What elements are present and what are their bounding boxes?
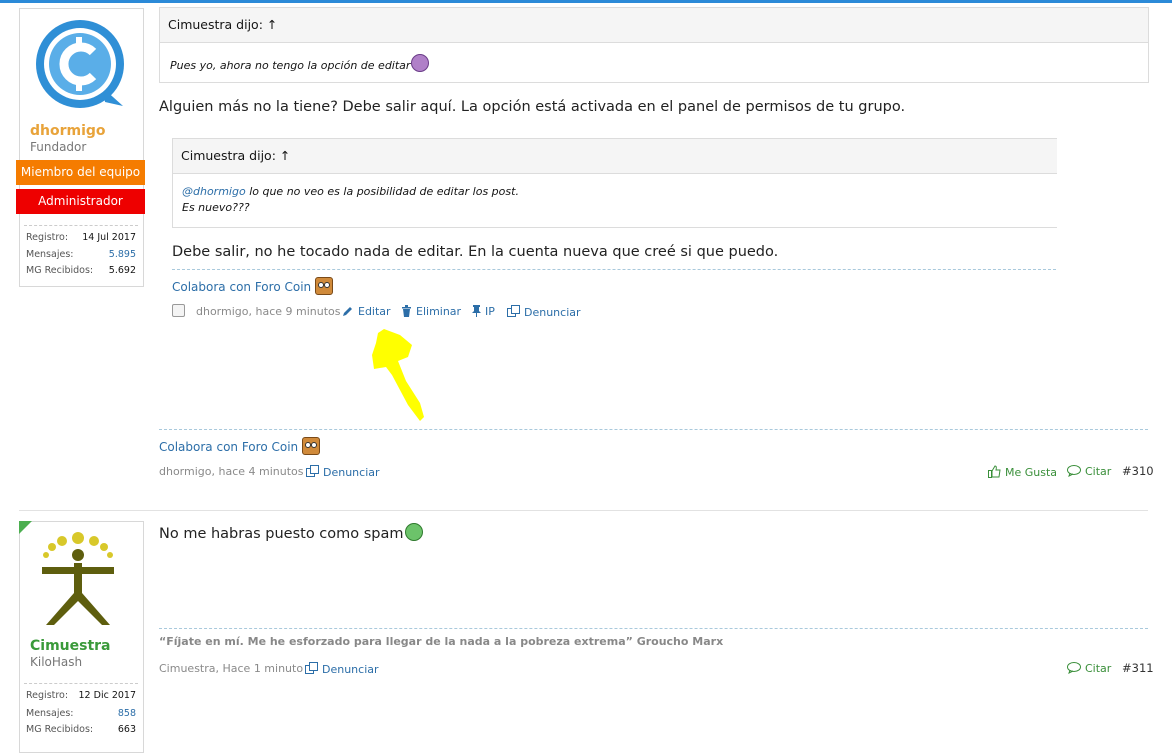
stat-value-mensajes[interactable]: 5.895 [76,249,136,260]
post-signature-link[interactable]: Colabora con Foro Coin [159,437,321,455]
stat-label-registro: Registro: [26,232,69,243]
post-meta[interactable]: Cimuestra, Hace 1 minuto [159,662,303,675]
embedded-quote-header[interactable]: Cimuestra dijo: ↑ [173,139,1057,174]
edit-label: Editar [358,305,391,318]
team-member-banner: Miembro del equipo [16,160,145,185]
quote-block: Cimuestra dijo: ↑ Pues yo, ahora no teng… [159,7,1149,83]
signature-link[interactable]: Colabora con Foro Coin [172,277,334,295]
avatar-dhormigo[interactable] [33,18,131,110]
top-accent-bar [0,0,1172,3]
stat-value-mg: 663 [117,724,136,735]
cite-label: Citar [1085,662,1112,675]
report-link-embedded[interactable]: Denunciar [507,305,581,319]
trash-icon [402,305,411,317]
highlight-arrow-annotation [368,325,438,423]
yellow-arrow-icon [372,329,424,421]
report-label: Denunciar [323,466,380,479]
ip-link[interactable]: IP [472,305,495,318]
copy-icon [507,305,520,317]
stat-value-mensajes[interactable]: 858 [76,708,136,719]
quote-body: Pues yo, ahora no tengo la opción de edi… [160,43,1148,83]
stat-value-mg: 5.692 [108,265,136,276]
cite-label: Citar [1085,465,1112,478]
like-button[interactable]: Me Gusta [988,465,1057,479]
owl-emoji-icon [315,277,334,295]
report-label: Denunciar [524,306,581,319]
edit-link[interactable]: Editar [342,305,391,318]
admin-banner: Administrador [16,189,145,214]
stat-label-registro: Registro: [26,690,69,701]
thumbs-up-icon [988,465,1001,478]
pencil-icon [343,307,352,316]
stick-figure-avatar-icon [42,532,114,625]
username-cimuestra[interactable]: Cimuestra [30,638,111,654]
embedded-post-meta[interactable]: dhormigo, hace 9 minutos [196,305,341,318]
post-signature-divider [159,429,1148,430]
coin-logo-icon [36,20,124,108]
embedded-quote-line2: Es nuevo??? [182,201,250,214]
online-indicator [19,521,32,534]
cite-button[interactable]: Citar [1067,662,1111,675]
user-stats-divider [24,683,138,684]
post-message: Alguien más no la tiene? Debe salir aquí… [159,99,906,115]
grinning-emoji-icon [404,523,423,541]
stat-label-mensajes: Mensajes: [26,708,74,719]
post-message: No me habras puesto como spam [159,523,423,542]
chat-icon [1067,465,1081,477]
embedded-quote-line1: lo que no veo es la posibilidad de edita… [245,185,519,198]
crying-emoji-icon [411,54,430,72]
stat-label-mensajes: Mensajes: [26,249,74,260]
quote-header[interactable]: Cimuestra dijo: ↑ [160,8,1148,43]
user-stats-divider [24,225,138,226]
username-dhormigo[interactable]: dhormigo [30,123,106,139]
report-link[interactable]: Denunciar [305,662,379,676]
chat-icon [1067,662,1081,674]
copy-icon [306,465,319,477]
signature-divider [172,269,1056,270]
report-label: Denunciar [322,663,379,676]
post-message-text: No me habras puesto como spam [159,526,404,542]
mention-dhormigo[interactable]: @dhormigo [182,185,246,198]
owl-emoji-icon [302,437,321,455]
quote-text: Pues yo, ahora no tengo la opción de edi… [170,59,411,72]
copy-icon [305,662,318,674]
embedded-message: Debe salir, no he tocado nada de editar.… [172,244,779,260]
user-title: Fundador [30,140,87,154]
stat-value-registro: 14 Jul 2017 [82,232,136,243]
stat-value-registro: 12 Dic 2017 [78,690,136,701]
post-signature-divider [159,628,1148,629]
like-label: Me Gusta [1005,466,1058,479]
post-number[interactable]: #311 [1122,661,1154,675]
cite-button[interactable]: Citar [1067,465,1111,478]
user-title: KiloHash [30,655,83,669]
post-signature-text: Colabora con Foro Coin [159,440,299,454]
post-number[interactable]: #310 [1122,464,1154,478]
delete-label: Eliminar [416,305,462,318]
report-link[interactable]: Denunciar [306,465,380,479]
embedded-quote: Cimuestra dijo: ↑ @dhormigo lo que no ve… [172,138,1057,228]
embedded-quote-body: @dhormigo lo que no veo es la posibilida… [173,174,1057,226]
select-checkbox[interactable] [172,304,185,317]
pin-icon [472,305,481,317]
post-meta[interactable]: dhormigo, hace 4 minutos [159,465,304,478]
signature-text: Colabora con Foro Coin [172,280,312,294]
avatar-cimuestra[interactable] [36,531,120,629]
delete-link[interactable]: Eliminar [401,305,461,318]
post-signature-quote: “Fíjate en mí. Me he esforzado para lleg… [159,635,724,648]
post-separator [19,510,1148,511]
ip-label: IP [485,305,495,318]
